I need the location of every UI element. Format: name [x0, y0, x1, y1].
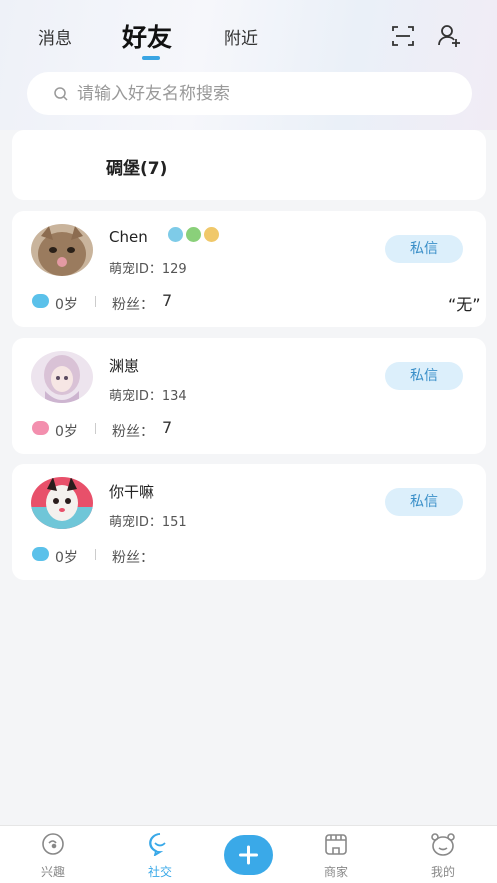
tab-messages[interactable]: 消息: [38, 24, 72, 49]
fans-label: 粉丝：: [112, 297, 154, 313]
nav-interest[interactable]: 兴趣: [23, 826, 83, 883]
fans-label: 粉丝：: [112, 550, 154, 566]
shop-icon: [325, 834, 347, 855]
fans-count: 7: [162, 291, 173, 310]
search-input[interactable]: [77, 83, 437, 104]
tab-nearby[interactable]: 附近: [224, 24, 258, 49]
nav-label: 商家: [323, 865, 348, 879]
scan-icon: [392, 26, 414, 46]
fans-count: 7: [162, 418, 173, 437]
nav-label: 兴趣: [40, 865, 65, 879]
divider: [95, 549, 96, 560]
avatar[interactable]: [31, 351, 93, 403]
active-tab-indicator: [142, 56, 160, 60]
avatar[interactable]: [31, 224, 93, 276]
level-badge-icon: [168, 227, 183, 242]
group-card[interactable]: 碉堡(7): [12, 130, 486, 200]
tab-friends[interactable]: 好友: [122, 18, 172, 54]
nav-shop[interactable]: 商家: [306, 826, 366, 883]
search-icon: [54, 86, 68, 101]
search-bar[interactable]: [27, 72, 472, 115]
badge-group: [168, 227, 219, 242]
publish-button[interactable]: [224, 835, 273, 875]
interest-icon: [42, 833, 64, 855]
divider: [95, 296, 96, 307]
bottom-nav: 兴趣 社交 商家 我的: [0, 825, 497, 883]
male-icon: [32, 547, 49, 561]
age-text: 0岁: [55, 550, 78, 566]
age-text: 0岁: [55, 297, 78, 313]
pet-id: 萌宠ID：129: [109, 262, 187, 277]
age-text: 0岁: [55, 424, 78, 440]
friend-name: Chen: [109, 228, 148, 246]
scan-button[interactable]: [389, 22, 417, 50]
nav-label: 我的: [430, 865, 455, 879]
pet-id: 萌宠ID：134: [109, 389, 187, 404]
top-tabs: 消息 好友 附近: [0, 18, 497, 62]
group-title: 碉堡(7): [106, 159, 168, 179]
male-icon: [32, 294, 49, 308]
nav-profile[interactable]: 我的: [413, 826, 473, 883]
fans-label: 粉丝：: [112, 424, 154, 440]
female-icon: [32, 421, 49, 435]
friend-card[interactable]: 你干嘛 萌宠ID：151 私信 0岁 粉丝：: [12, 464, 486, 580]
friend-note: “无”: [448, 295, 481, 314]
friend-name: 你干嘛: [109, 483, 155, 501]
avatar[interactable]: [31, 477, 93, 529]
profile-icon: [431, 833, 455, 856]
nav-social[interactable]: 社交: [130, 826, 190, 883]
pet-id: 萌宠ID：151: [109, 515, 187, 530]
level-badge-icon: [186, 227, 201, 242]
plus-icon: [239, 845, 258, 865]
level-badge-icon: [204, 227, 219, 242]
friend-card[interactable]: 渊崽 萌宠ID：134 私信 0岁 粉丝： 7: [12, 338, 486, 454]
add-friend-button[interactable]: [436, 22, 464, 50]
private-message-button[interactable]: 私信: [385, 362, 463, 390]
private-message-button[interactable]: 私信: [385, 235, 463, 263]
friend-name: 渊崽: [109, 357, 140, 375]
divider: [95, 423, 96, 434]
nav-label: 社交: [147, 865, 172, 879]
add-user-icon: [438, 25, 460, 47]
social-icon: [149, 833, 166, 856]
private-message-button[interactable]: 私信: [385, 488, 463, 516]
friend-card[interactable]: Chen 萌宠ID：129 私信 0岁 粉丝： 7 “无”: [12, 211, 486, 327]
